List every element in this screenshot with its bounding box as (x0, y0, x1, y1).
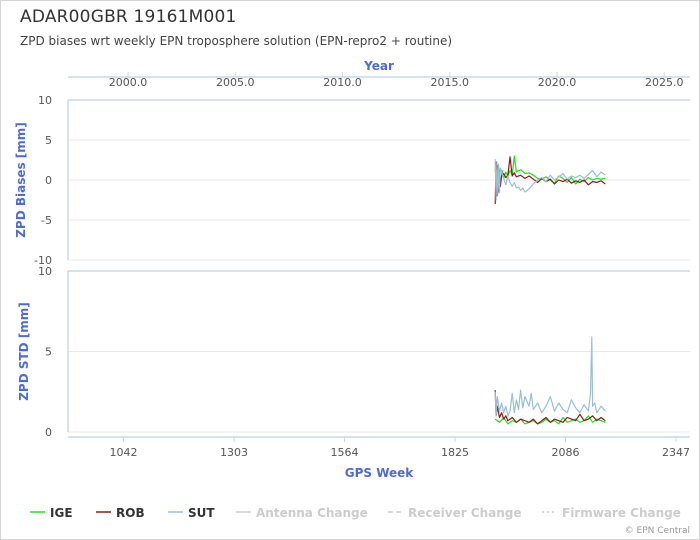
x-tick-label: 2347 (662, 446, 690, 459)
top-axis-tick-label: 2020.0 (538, 76, 577, 89)
top-axis-tick-label: 2010.0 (323, 76, 362, 89)
y-tick-label-bias: 0 (45, 174, 52, 187)
y-tick-label-bias: -5 (41, 214, 52, 227)
legend-label-firmware-change: Firmware Change (562, 506, 681, 520)
y-tick-label-std: 0 (45, 426, 52, 439)
top-axis-tick-label: 2000.0 (109, 76, 148, 89)
top-axis-title: Year (363, 59, 394, 73)
x-tick-label: 1042 (109, 446, 137, 459)
legend-label-sut: SUT (188, 506, 215, 520)
legend-label-antenna-change: Antenna Change (256, 506, 368, 520)
credit-text: © EPN Central (624, 526, 690, 536)
y-axis-title-std: ZPD STD [mm] (17, 302, 31, 401)
x-tick-label: 1564 (330, 446, 358, 459)
y-tick-label-std: 5 (45, 346, 52, 359)
y-tick-label-bias: 10 (38, 94, 52, 107)
top-axis-tick-label: 2005.0 (216, 76, 255, 89)
y-tick-label-std: 10 (38, 265, 52, 278)
x-tick-label: 1303 (220, 446, 248, 459)
legend-label-receiver-change: Receiver Change (408, 506, 522, 520)
top-axis-tick-label: 2025.0 (645, 76, 684, 89)
x-tick-label: 2086 (552, 446, 580, 459)
legend-label-rob: ROB (116, 506, 145, 520)
x-axis-title: GPS Week (345, 466, 415, 480)
legend-label-ige: IGE (50, 506, 73, 520)
chart-svg: Year 2000.0 2005.0 2010.0 2015.0 2020.0 2025.0… (14, 59, 690, 520)
series-line-sut-std (494, 336, 606, 417)
top-axis-tick-label: 2015.0 (431, 76, 470, 89)
y-axis-title-bias: ZPD Biases [mm] (14, 122, 28, 238)
y-tick-label-bias: 5 (45, 134, 52, 147)
x-tick-label: 1825 (441, 446, 469, 459)
